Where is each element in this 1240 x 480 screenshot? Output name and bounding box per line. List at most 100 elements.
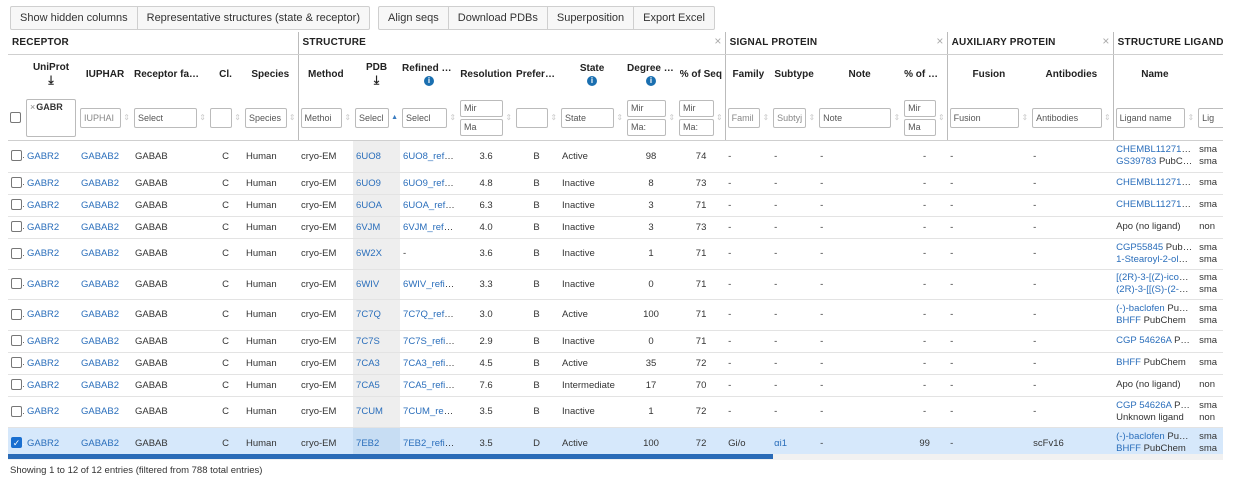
pdb-filter-select[interactable]: Selecl [355,107,390,128]
ligand-name-link[interactable]: CGP 54626A [1116,335,1171,346]
class-filter-input[interactable] [210,107,233,128]
close-structure-group-icon[interactable]: × [714,34,721,48]
header-fusion[interactable]: Fusion [946,54,1031,96]
table-row[interactable]: GABR2 GABAB2 GABAB C Human cryo-EM 6UO9 6UO9_re… [8,172,1223,195]
iuphar-cell-link[interactable]: GABAB2 [81,406,119,417]
ligand-name-link[interactable]: CHEMBL112710 ... [1116,144,1193,155]
sort-icon[interactable]: ⇕ [234,113,241,122]
uniprot-filter-input[interactable]: ×GABR [26,98,76,137]
table-row[interactable]: GABR2 GABAB2 GABAB C Human cryo-EM 6W2X -3.6 B In… [8,238,1223,270]
table-row[interactable]: GABR2 GABAB2 GABAB C Human cryo-EM 7CA5 7CA5_re… [8,374,1223,397]
header-note[interactable]: Note [817,54,902,96]
uniprot-cell-link[interactable]: GABR2 [27,248,59,259]
sort-icon[interactable]: ⇕ [123,113,130,122]
sort-icon[interactable]: ⇕ [199,113,206,122]
resolution-min-input[interactable]: Mir [460,99,504,117]
download-pdbs-button[interactable]: Download PDBs [447,6,548,30]
signal-seq-min-input[interactable]: Mir [904,99,936,117]
header-class[interactable]: Cl. [208,54,243,96]
pdb-cell-link[interactable]: 7C7Q [356,309,381,320]
header-refined-structure[interactable]: Refined structurei [400,54,458,96]
uniprot-cell-link[interactable]: GABR2 [27,336,59,347]
iuphar-cell-link[interactable]: GABAB2 [81,438,119,449]
sort-icon[interactable]: ⇕ [893,113,900,122]
sort-icon[interactable]: ⇕ [616,113,623,122]
method-filter-input[interactable]: Methoi [300,107,343,128]
refined-structure-cell-link[interactable]: 6WIV_refined [403,279,458,290]
ligand-name-link[interactable]: [(2R)-3-[(Z)-icos-1... [1116,272,1193,283]
row-checkbox[interactable] [11,308,22,320]
sort-icon[interactable]: ⇕ [1187,113,1194,122]
row-checkbox[interactable] [11,405,22,417]
ligand-name-link[interactable]: CHEMBL112710 ... [1116,177,1193,188]
row-checkbox[interactable] [11,357,22,369]
refined-structure-cell-link[interactable]: 7EB2_refined [403,438,458,449]
refined-filter-select[interactable]: Selecl [402,107,448,128]
show-hidden-columns-button[interactable]: Show hidden columns [10,6,138,30]
select-all-checkbox[interactable] [10,112,21,124]
download-icon[interactable]: ⤓ [374,74,379,86]
pdb-cell-link[interactable]: 7C7S [356,336,380,347]
refined-structure-cell-link[interactable]: 7C7S_refined [403,336,458,347]
header-iuphar[interactable]: IUPHAR [78,54,132,96]
refined-structure-cell-link[interactable]: 6UO9_refined [403,178,458,189]
sort-icon[interactable]: ⇕ [1021,113,1028,122]
row-checkbox[interactable] [11,379,22,391]
close-signal-group-icon[interactable]: × [936,34,943,48]
table-row[interactable]: GABR2 GABAB2 GABAB C Human cryo-EM 6UO8 6UO8_re… [8,140,1223,173]
header-antibodies[interactable]: Antibodies [1030,54,1113,96]
sort-icon[interactable]: ⇕ [808,113,815,122]
note-filter-input[interactable]: Note [819,107,892,128]
table-row[interactable]: GABR2 GABAB2 GABAB C Human cryo-EM 6VJM 6VJM_re… [8,216,1223,239]
iuphar-cell-link[interactable]: GABAB2 [81,358,119,369]
sort-icon[interactable]: ⇕ [1104,113,1111,122]
iuphar-cell-link[interactable]: GABAB2 [81,178,119,189]
ligand-name-link[interactable]: BHFF [1116,443,1141,454]
chain-filter-input[interactable] [516,107,549,128]
row-checkbox[interactable] [11,150,22,162]
table-row[interactable]: GABR2 GABAB2 GABAB C Human cryo-EM 6UOA 6UOA_re… [8,194,1223,217]
iuphar-filter-input[interactable]: IUPHAI [80,107,122,128]
header-degree-active[interactable]: Degree active (%)i [625,54,677,96]
close-auxiliary-group-icon[interactable]: × [1102,34,1109,48]
species-filter-input[interactable]: Species [245,107,287,128]
row-checkbox[interactable] [11,335,22,347]
sort-icon[interactable]: ⇕ [668,113,675,122]
subtype-cell-link[interactable]: αi1 [774,438,787,449]
uniprot-cell-link[interactable]: GABR2 [27,222,59,233]
header-ligand-type[interactable] [1196,54,1223,96]
representative-structures-button[interactable]: Representative structures (state & recep… [136,6,370,30]
horizontal-scrollbar[interactable] [8,454,1223,460]
sort-icon[interactable]: ⇕ [938,113,945,122]
uniprot-cell-link[interactable]: GABR2 [27,279,59,290]
ligand-name-link[interactable]: CHEMBL112710 ... [1116,199,1193,210]
refined-structure-cell-link[interactable]: 7CUM_refined [403,406,458,417]
family-filter-select[interactable]: Select [134,107,198,128]
ligand-type-filter-input[interactable]: Lig [1198,107,1223,128]
refined-structure-cell-link[interactable]: 7CA3_refined [403,358,458,369]
table-row[interactable]: GABR2 GABAB2 GABAB C Human cryo-EM 7C7S 7C7S_re… [8,330,1223,353]
ligand-name-link[interactable]: CGP 54626A [1116,400,1171,411]
pdb-cell-link[interactable]: 6WIV [356,279,379,290]
pdb-cell-link[interactable]: 6UO9 [356,178,381,189]
iuphar-cell-link[interactable]: GABAB2 [81,151,119,162]
ligand-name-link[interactable]: CGP55845 [1116,242,1163,253]
antibodies-filter-input[interactable]: Antibodies [1032,107,1102,128]
sort-icon[interactable]: ⇕ [344,113,351,122]
header-uniprot[interactable]: UniProt ⤓ [24,54,78,96]
refined-structure-cell-link[interactable]: 6VJM_refined [403,222,458,233]
uniprot-cell-link[interactable]: GABR2 [27,358,59,369]
uniprot-cell-link[interactable]: GABR2 [27,406,59,417]
ligand-name-link[interactable]: (-)-baclofen [1116,303,1165,314]
iuphar-cell-link[interactable]: GABAB2 [81,200,119,211]
uniprot-cell-link[interactable]: GABR2 [27,309,59,320]
refined-structure-cell-link[interactable]: 7CA5_refined [403,380,458,391]
scrollbar-thumb[interactable] [8,454,773,459]
pdb-cell-link[interactable]: 6UO8 [356,151,381,162]
export-excel-button[interactable]: Export Excel [633,6,715,30]
seq-min-input[interactable]: Mir [679,99,714,117]
uniprot-cell-link[interactable]: GABR2 [27,178,59,189]
sort-icon[interactable]: ⇕ [449,113,456,122]
iuphar-cell-link[interactable]: GABAB2 [81,279,119,290]
row-checkbox[interactable]: ✓ [11,437,22,449]
